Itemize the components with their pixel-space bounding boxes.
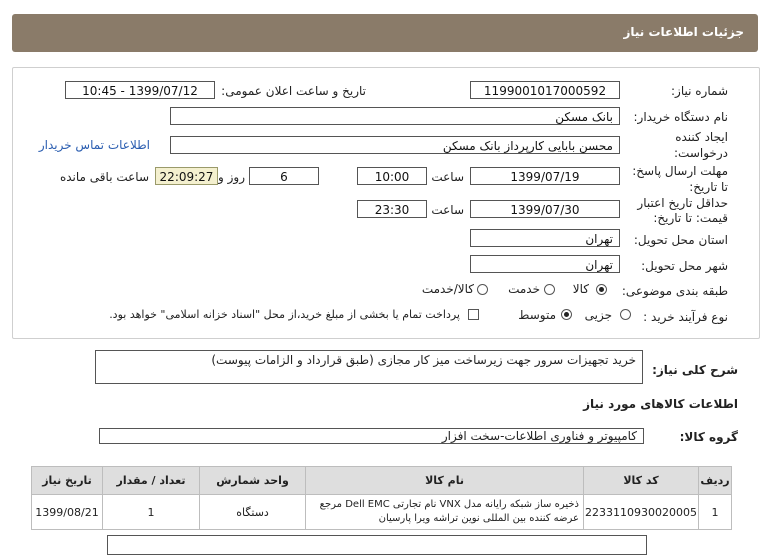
cell-date: 1399/08/21 [30,494,104,530]
purchase-type-label: نوع فرآیند خرید : [643,310,728,324]
category-radio-goods-service[interactable] [477,284,488,295]
remaining-time-label: ساعت باقی مانده [59,170,149,184]
cell-qty: 1 [102,494,201,530]
send-date-field: 1399/07/19 [470,167,620,185]
province-label: استان محل تحویل: [633,233,728,247]
col-qty: تعداد / مقدار [102,466,201,495]
need-number-field: 1199001017000592 [470,81,620,99]
category-option-goods-service: کالا/خدمت [421,282,474,296]
city-field: تهران [470,255,620,273]
buyer-contact-link[interactable]: اطلاعات تماس خریدار [39,138,150,152]
next-description-box [107,535,647,555]
col-row: ردیف [698,466,732,495]
category-option-goods: کالا [572,282,589,296]
validity-date-field: 1399/07/30 [470,200,620,218]
creator-field: محسن بابایی کارپرداز بانک مسکن [170,136,620,154]
send-time-field: 10:00 [357,167,427,185]
buyer-org-field: بانک مسکن [170,107,620,125]
purchase-radio-medium[interactable] [561,309,572,320]
goods-group-label: گروه کالا: [679,430,738,444]
table-row: 1 2233110930020005 ذخیره ساز شبکه رایانه… [30,494,732,530]
creator-label-1: ایجاد کننده [675,130,728,144]
goods-section-title: اطلاعات کالاهای مورد نیاز [583,397,738,411]
summary-label: شرح کلی نیاز: [652,363,738,377]
category-radio-goods[interactable] [596,284,607,295]
cell-code: 2233110930020005 [583,494,699,530]
validity-label-2: قیمت: تا تاریخ: [653,211,728,225]
need-number-label: شماره نیاز: [671,84,728,98]
category-label: طبقه بندی موضوعی: [621,284,728,298]
buyer-org-label: نام دستگاه خریدار: [633,110,729,124]
col-unit: واحد شمارش [199,466,307,495]
summary-text-box: خرید تجهیزات سرور جهت زیرساخت میز کار مج… [95,350,643,384]
category-option-service: خدمت [508,282,540,296]
purchase-radio-minor[interactable] [620,309,631,320]
cell-row: 1 [698,494,732,530]
purchase-option-minor: جزیی [584,308,612,322]
cell-unit: دستگاه [199,494,307,530]
cell-name: ذخیره ساز شبکه رایانه مدل VNX نام تجارتی… [305,494,585,530]
col-date: تاریخ نیاز [30,466,104,495]
goods-table-header: ردیف کد کالا نام کالا واحد شمارش تعداد /… [30,466,732,495]
send-deadline-label-1: مهلت ارسال پاسخ: [632,164,728,178]
remaining-time-field: 22:09:27 [155,167,218,185]
category-radio-service[interactable] [544,284,555,295]
validity-time-label: ساعت [431,203,464,217]
announce-date-label: تاریخ و ساعت اعلان عمومی: [221,84,366,98]
days-remaining-field: 6 [249,167,319,185]
city-label: شهر محل تحویل: [641,259,728,273]
page-header: جزئیات اطلاعات نیاز [12,14,758,52]
goods-table: ردیف کد کالا نام کالا واحد شمارش تعداد /… [30,466,732,530]
treasury-payment-note: پرداخت تمام یا بخشی از مبلغ خرید،از محل … [109,308,460,321]
send-deadline-label-2: تا تاریخ: [689,180,728,194]
treasury-payment-checkbox[interactable] [468,309,479,320]
days-label: روز و [218,170,245,184]
purchase-option-medium: متوسط [518,308,556,322]
creator-label-2: درخواست: [674,146,728,160]
send-time-label: ساعت [431,170,464,184]
validity-label-1: حداقل تاریخ اعتبار [637,196,728,210]
validity-time-field: 23:30 [357,200,427,218]
col-name: نام کالا [305,466,585,495]
col-code: کد کالا [583,466,699,495]
page-title: جزئیات اطلاعات نیاز [623,25,744,39]
goods-group-field: کامپیوتر و فناوری اطلاعات-سخت افزار [99,428,644,444]
province-field: تهران [470,229,620,247]
announce-date-field: 1399/07/12 - 10:45 [65,81,215,99]
